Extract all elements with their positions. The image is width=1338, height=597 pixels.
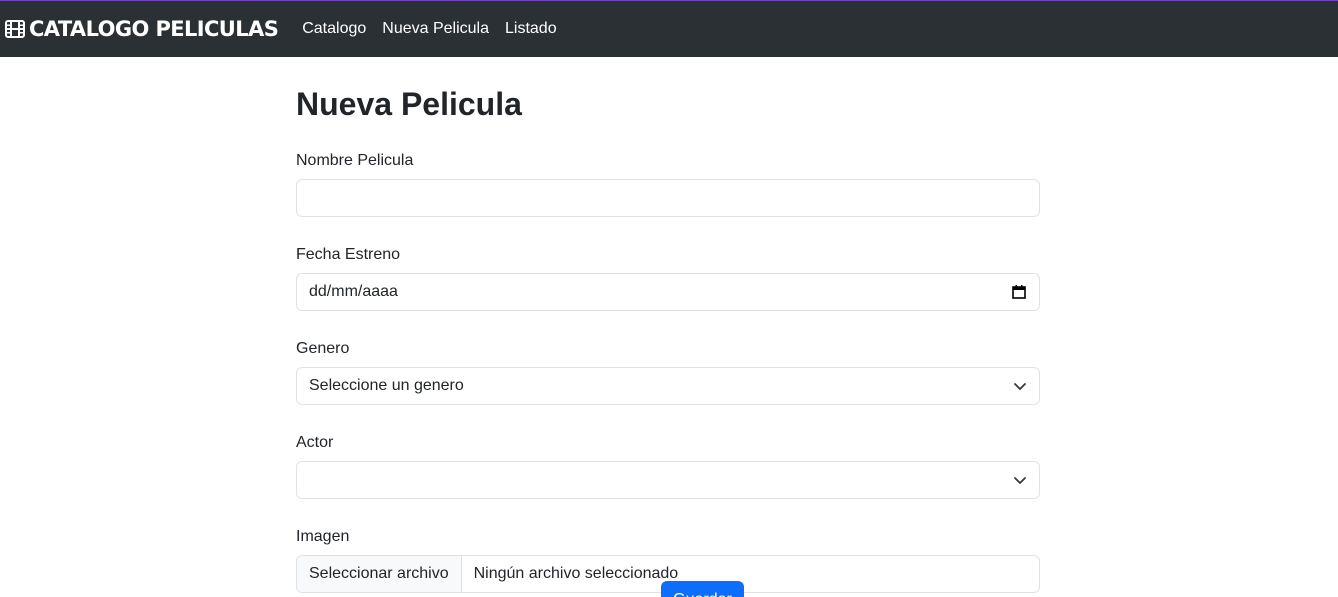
fecha-input[interactable]: dd/mm/aaaa	[296, 273, 1040, 311]
main-container: Nueva Pelicula Nombre Pelicula Fecha Est…	[296, 57, 1040, 593]
nombre-label: Nombre Pelicula	[296, 152, 414, 169]
actor-label: Actor	[296, 434, 334, 451]
brand[interactable]: CATALOGO PELICULAS	[5, 1, 279, 58]
brand-text: CATALOGO PELICULAS	[29, 17, 279, 41]
nav-links: Catalogo Nueva Pelicula Listado	[302, 20, 572, 38]
chevron-down-icon	[1014, 477, 1026, 484]
file-select-button[interactable]: Seleccionar archivo	[297, 556, 462, 592]
genero-label: Genero	[296, 340, 350, 357]
calendar-icon[interactable]	[1011, 284, 1027, 300]
save-button[interactable]: Guardar	[661, 581, 744, 597]
genero-group: Genero Seleccione un genero	[296, 339, 1040, 405]
navbar: CATALOGO PELICULAS Catalogo Nueva Pelicu…	[0, 0, 1338, 57]
nav-link-listado[interactable]: Listado	[505, 20, 557, 38]
nombre-input[interactable]	[296, 179, 1040, 217]
nav-link-catalogo[interactable]: Catalogo	[302, 20, 366, 38]
fecha-group: Fecha Estreno dd/mm/aaaa	[296, 245, 1040, 311]
imagen-label: Imagen	[296, 528, 350, 545]
genero-selected: Seleccione un genero	[309, 377, 464, 394]
film-icon	[5, 20, 25, 38]
nombre-group: Nombre Pelicula	[296, 151, 1040, 217]
nav-link-nueva-pelicula[interactable]: Nueva Pelicula	[382, 20, 489, 38]
fecha-placeholder: dd/mm/aaaa	[309, 283, 398, 300]
genero-select[interactable]: Seleccione un genero	[296, 367, 1040, 405]
fecha-label: Fecha Estreno	[296, 246, 401, 263]
file-status: Ningún archivo seleccionado	[473, 565, 679, 582]
actor-group: Actor	[296, 433, 1040, 499]
chevron-down-icon	[1014, 383, 1026, 390]
page-title: Nueva Pelicula	[296, 86, 522, 122]
actor-select[interactable]	[296, 461, 1040, 499]
